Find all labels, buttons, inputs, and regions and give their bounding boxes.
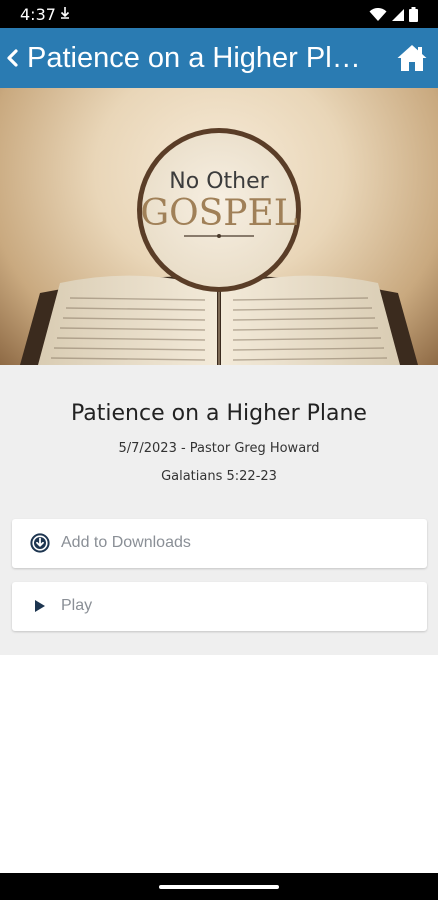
sermon-details: Patience on a Higher Plane 5/7/2023 - Pa… (0, 365, 438, 655)
status-bar: 4:37 (0, 0, 438, 28)
sermon-date-speaker: 5/7/2023 - Pastor Greg Howard (118, 441, 320, 456)
chevron-left-icon (7, 49, 18, 67)
play-icon (35, 600, 45, 612)
page-title: Patience on a Higher Plane (27, 42, 367, 74)
sermon-scripture: Galatians 5:22-23 (161, 469, 277, 484)
battery-icon (409, 7, 418, 22)
home-gesture-handle[interactable] (159, 885, 279, 889)
artwork-line-2: GOSPEL (140, 193, 297, 234)
system-nav-bar (0, 873, 438, 900)
back-button[interactable] (2, 43, 24, 73)
home-icon (397, 45, 427, 71)
add-to-downloads-button[interactable]: Add to Downloads (12, 519, 427, 568)
download-circle-icon (30, 533, 50, 553)
status-icons (369, 7, 418, 22)
play-button[interactable]: Play (12, 582, 427, 631)
artwork-line-1: No Other (169, 169, 269, 194)
signal-icon (392, 8, 404, 21)
play-label: Play (61, 597, 93, 614)
home-button[interactable] (396, 42, 428, 74)
app-bar: Patience on a Higher Plane (0, 28, 438, 88)
wifi-icon (369, 7, 387, 21)
add-to-downloads-label: Add to Downloads (61, 534, 191, 551)
sermon-title: Patience on a Higher Plane (71, 401, 367, 426)
status-time: 4:37 (20, 5, 56, 24)
sermon-series-artwork: No Other GOSPEL (0, 88, 438, 365)
data-saver-icon (60, 7, 70, 22)
bible-illustration: No Other GOSPEL (20, 128, 418, 365)
